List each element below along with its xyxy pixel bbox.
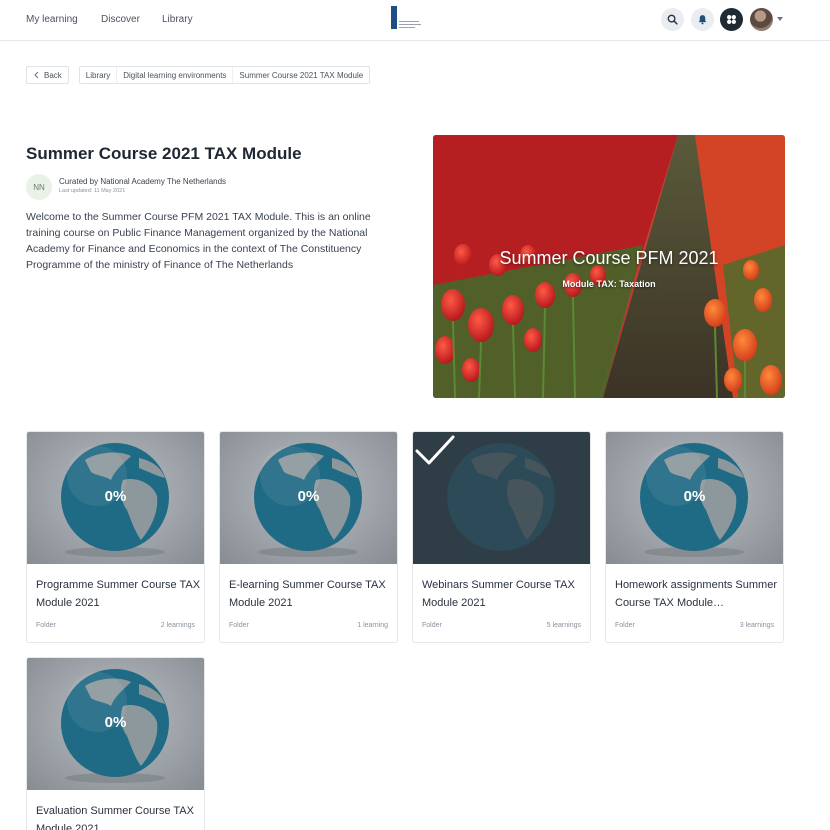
chevron-down-icon[interactable]: [777, 17, 783, 21]
card-type: Folder: [229, 622, 249, 629]
breadcrumb: Back Library Digital learning environmen…: [26, 66, 371, 84]
card-thumbnail: 0%: [27, 658, 204, 790]
page-title: Summer Course 2021 TAX Module: [26, 144, 302, 163]
user-avatar[interactable]: [750, 8, 773, 31]
card-thumbnail: [413, 432, 590, 564]
course-banner-image: Summer Course PFM 2021 Module TAX: Taxat…: [433, 135, 785, 398]
curated-by: Curated by National Academy The Netherla…: [59, 177, 227, 186]
card-learning-count: 1 learning: [357, 622, 388, 629]
breadcrumb-item-current: Summer Course 2021 TAX Module: [239, 70, 364, 80]
folder-card-evaluation[interactable]: 0% Evaluation Summer Course TAX Module 2…: [26, 657, 205, 830]
card-title[interactable]: Webinars Summer Course TAX Module 2021: [422, 576, 587, 612]
progress-percentage: 0%: [297, 488, 320, 505]
card-thumbnail: 0%: [606, 432, 783, 564]
card-learning-count: 2 learnings: [160, 622, 195, 629]
back-button[interactable]: Back: [26, 66, 69, 84]
card-type: Folder: [36, 622, 56, 629]
folder-card-programme[interactable]: 0% Programme Summer Course TAX Module 20…: [26, 431, 205, 643]
progress-percentage: 0%: [104, 488, 127, 505]
notifications-button[interactable]: [691, 8, 714, 31]
card-title[interactable]: E-learning Summer Course TAX Module 2021: [229, 576, 394, 612]
course-description: Welcome to the Summer Course PFM 2021 TA…: [26, 211, 371, 271]
banner-title: Summer Course PFM 2021: [499, 248, 719, 268]
card-thumbnail: 0%: [220, 432, 397, 564]
breadcrumb-trail: Library Digital learning environments Su…: [78, 66, 371, 84]
folder-card-elearning[interactable]: 0% E-learning Summer Course TAX Module 2…: [219, 431, 398, 643]
card-type: Folder: [422, 622, 442, 629]
top-navigation: My learning Discover Library: [0, 0, 830, 41]
breadcrumb-item-digital-learning[interactable]: Digital learning environments: [117, 67, 234, 83]
card-thumbnail: 0%: [27, 432, 204, 564]
apps-icon: [727, 15, 736, 24]
nav-my-learning[interactable]: My learning: [26, 14, 78, 25]
curator-avatar: NN: [26, 174, 52, 200]
banner-subtitle: Module TAX: Taxation: [562, 279, 656, 289]
folder-card-webinars[interactable]: Webinars Summer Course TAX Module 2021 F…: [412, 431, 591, 643]
chevron-left-icon: [34, 71, 39, 79]
last-updated: Last updated: 11 May 2021: [59, 188, 126, 194]
nav-library[interactable]: Library: [162, 14, 193, 25]
card-learning-count: 5 learnings: [546, 622, 581, 629]
apps-button[interactable]: [720, 8, 743, 31]
checkmark-icon: [415, 435, 455, 465]
nav-discover[interactable]: Discover: [101, 14, 140, 25]
card-type: Folder: [615, 622, 635, 629]
card-learning-count: 3 learnings: [739, 622, 774, 629]
back-label: Back: [44, 70, 62, 80]
search-button[interactable]: [661, 8, 684, 31]
card-title[interactable]: Evaluation Summer Course TAX Module 2021: [36, 802, 201, 830]
breadcrumb-item-library[interactable]: Library: [80, 67, 118, 83]
site-logo[interactable]: [391, 6, 421, 29]
bell-icon: [698, 15, 707, 25]
progress-percentage: 0%: [683, 488, 706, 505]
search-icon: [667, 14, 678, 25]
folder-card-homework[interactable]: 0% Homework assignments Summer Course TA…: [605, 431, 784, 643]
card-title[interactable]: Programme Summer Course TAX Module 2021: [36, 576, 201, 612]
progress-percentage: 0%: [104, 714, 127, 731]
card-title[interactable]: Homework assignments Summer Course TAX M…: [615, 576, 780, 612]
